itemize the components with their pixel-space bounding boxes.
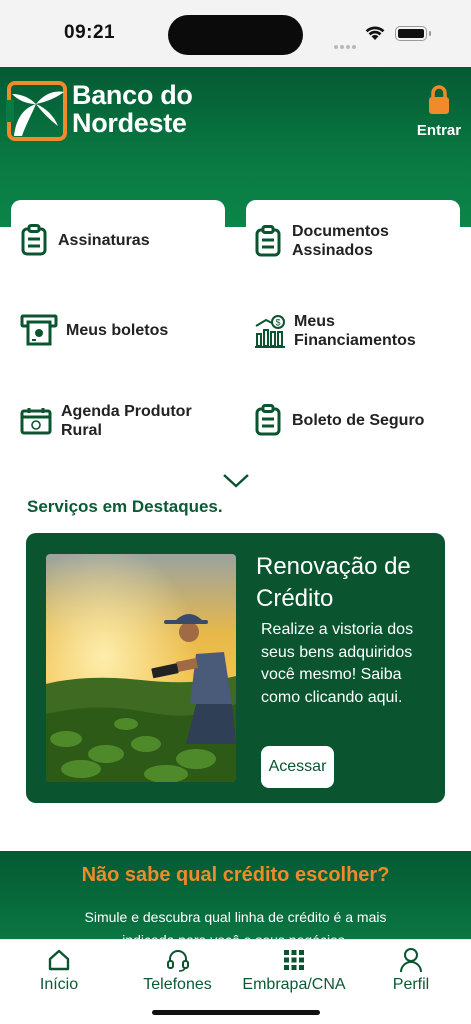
brand-line-2: Nordeste xyxy=(72,108,187,138)
menu-item-label: Boleto de Seguro xyxy=(292,411,425,429)
dynamic-island xyxy=(168,15,303,55)
banco-do-nordeste-logo xyxy=(6,81,67,141)
clipboard-icon xyxy=(18,224,50,256)
services-menu: Assinaturas Documentos Assinados Meus bo… xyxy=(0,200,471,477)
cellular-signal-icon xyxy=(334,36,358,54)
tab-label: Perfil xyxy=(392,976,430,993)
user-icon xyxy=(381,948,441,973)
login-label: Entrar xyxy=(416,122,462,139)
featured-section-title: Serviços em Destaques. xyxy=(27,497,223,516)
grid-icon xyxy=(238,948,350,972)
tab-label: Telefones xyxy=(143,976,212,993)
menu-item-documentos-assinados[interactable]: Documentos Assinados xyxy=(252,222,452,260)
status-time: 09:21 xyxy=(64,22,116,43)
menu-item-agenda-produtor-rural[interactable]: Agenda Produtor Rural xyxy=(19,402,224,440)
login-button[interactable]: Entrar xyxy=(414,85,464,139)
battery-icon xyxy=(395,26,431,41)
tab-label: Embrapa/CNA xyxy=(242,976,346,993)
menu-item-label: Meus Financiamentos xyxy=(294,313,416,349)
app-screen: 09:21 Banco do Nordeste Entrar Assinatur… xyxy=(0,0,471,1024)
featured-card[interactable]: Renovação de Crédito Realize a vistoria … xyxy=(26,533,445,803)
tab-embrapa-cna[interactable]: Embrapa/CNA xyxy=(238,948,350,994)
chevron-down-icon[interactable] xyxy=(222,472,250,490)
financing-chart-icon: $ xyxy=(254,315,286,348)
headset-icon xyxy=(135,948,220,972)
tab-inicio[interactable]: Início xyxy=(20,948,98,994)
brand-name: Banco do Nordeste xyxy=(72,81,193,137)
credit-banner-title: Não sabe qual crédito escolher? xyxy=(81,864,390,886)
menu-item-label: Documentos Assinados xyxy=(292,223,389,259)
menu-item-label: Agenda Produtor Rural xyxy=(61,403,192,439)
menu-item-label: Assinaturas xyxy=(58,231,150,249)
atm-cash-icon xyxy=(20,314,58,346)
menu-item-meus-financiamentos[interactable]: $ Meus Financiamentos xyxy=(254,312,459,350)
wifi-icon xyxy=(365,26,385,40)
farmer-field-image xyxy=(46,554,236,782)
home-icon xyxy=(20,948,98,972)
calendar-icon xyxy=(19,405,53,437)
home-indicator xyxy=(152,1010,320,1015)
menu-item-label: Meus boletos xyxy=(66,321,169,339)
featured-card-title: Renovação de Crédito xyxy=(256,553,411,612)
status-bar: 09:21 xyxy=(0,0,471,67)
brand-line-1: Banco do xyxy=(72,80,193,110)
menu-item-meus-boletos[interactable]: Meus boletos xyxy=(20,314,220,346)
menu-item-boleto-de-seguro[interactable]: Boleto de Seguro xyxy=(252,404,457,436)
access-button[interactable]: Acessar xyxy=(261,746,334,788)
clipboard-icon xyxy=(252,404,284,436)
tab-label: Início xyxy=(39,976,79,993)
featured-card-description: Realize a vistoria dos seus bens adquiri… xyxy=(261,621,414,706)
tab-telefones[interactable]: Telefones xyxy=(135,948,220,994)
lock-icon xyxy=(429,85,449,114)
menu-item-assinaturas[interactable]: Assinaturas xyxy=(18,224,218,256)
clipboard-icon xyxy=(252,225,284,257)
credit-simulator-banner[interactable]: Não sabe qual crédito escolher? Simule e… xyxy=(0,851,471,951)
svg-text:$: $ xyxy=(276,318,281,328)
tab-perfil[interactable]: Perfil xyxy=(381,948,441,994)
